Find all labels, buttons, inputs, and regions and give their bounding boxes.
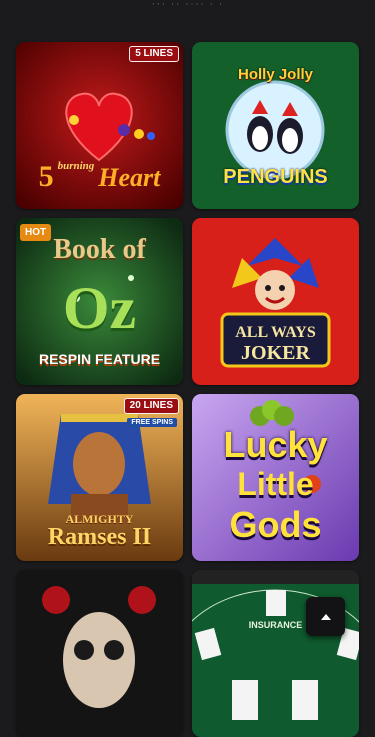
title-line-1: ALL WAYS	[235, 324, 316, 341]
game-tile-all-ways-joker[interactable]: ALL WAYS JOKER	[192, 218, 359, 385]
title-line-3: Gods	[229, 504, 322, 545]
game-tile-lucky-little-gods[interactable]: Lucky Little Gods	[192, 394, 359, 561]
scroll-to-top-button[interactable]	[306, 597, 345, 636]
lines-badge: 5 LINES	[129, 46, 179, 62]
lines-badge: 20 LINES	[123, 398, 179, 414]
title-word-heart: Heart	[98, 163, 161, 192]
title-line-2: PENGUINS	[223, 166, 328, 188]
title-number: 5	[38, 160, 54, 193]
game-tile-burning-heart[interactable]: 5 LINES 5 burning Heart	[16, 42, 183, 209]
game-tile-day-of-the-dead[interactable]	[16, 570, 183, 737]
title-word-burning: burning	[57, 160, 95, 172]
game-title: 5 burning Heart	[16, 160, 183, 194]
title-line-3: RESPIN FEATURE	[38, 351, 161, 367]
title-line-1: Lucky	[223, 424, 328, 465]
title-line-2: JOKER	[241, 342, 310, 364]
title-line-2: Little	[237, 466, 314, 502]
game-tile-almighty-ramses-ii[interactable]: 20 LINES FREE SPINS ALMIGHTY Ramses II	[16, 394, 183, 561]
title-line-2: Ramses II	[47, 524, 152, 550]
game-tile-blackjack[interactable]: INSURANCE	[192, 570, 359, 737]
header-partial-text: ··· ·· ···· · ·	[151, 0, 223, 6]
title-line-2: Oz	[62, 275, 137, 341]
free-spins-badge: FREE SPINS	[127, 418, 177, 427]
arrow-up-icon	[320, 613, 331, 620]
game-artwork	[192, 570, 359, 737]
game-tile-holly-jolly-penguins[interactable]: Holly Jolly PENGUINS	[192, 42, 359, 209]
header-partial: ··· ·· ···· · ·	[0, 0, 375, 34]
game-tile-book-of-oz[interactable]: HOT Book of Oz RESPIN FEATURE	[16, 218, 183, 385]
title-line-1: Holly Jolly	[237, 66, 314, 83]
game-artwork	[16, 570, 183, 737]
title-line-1: Book of	[53, 234, 146, 265]
